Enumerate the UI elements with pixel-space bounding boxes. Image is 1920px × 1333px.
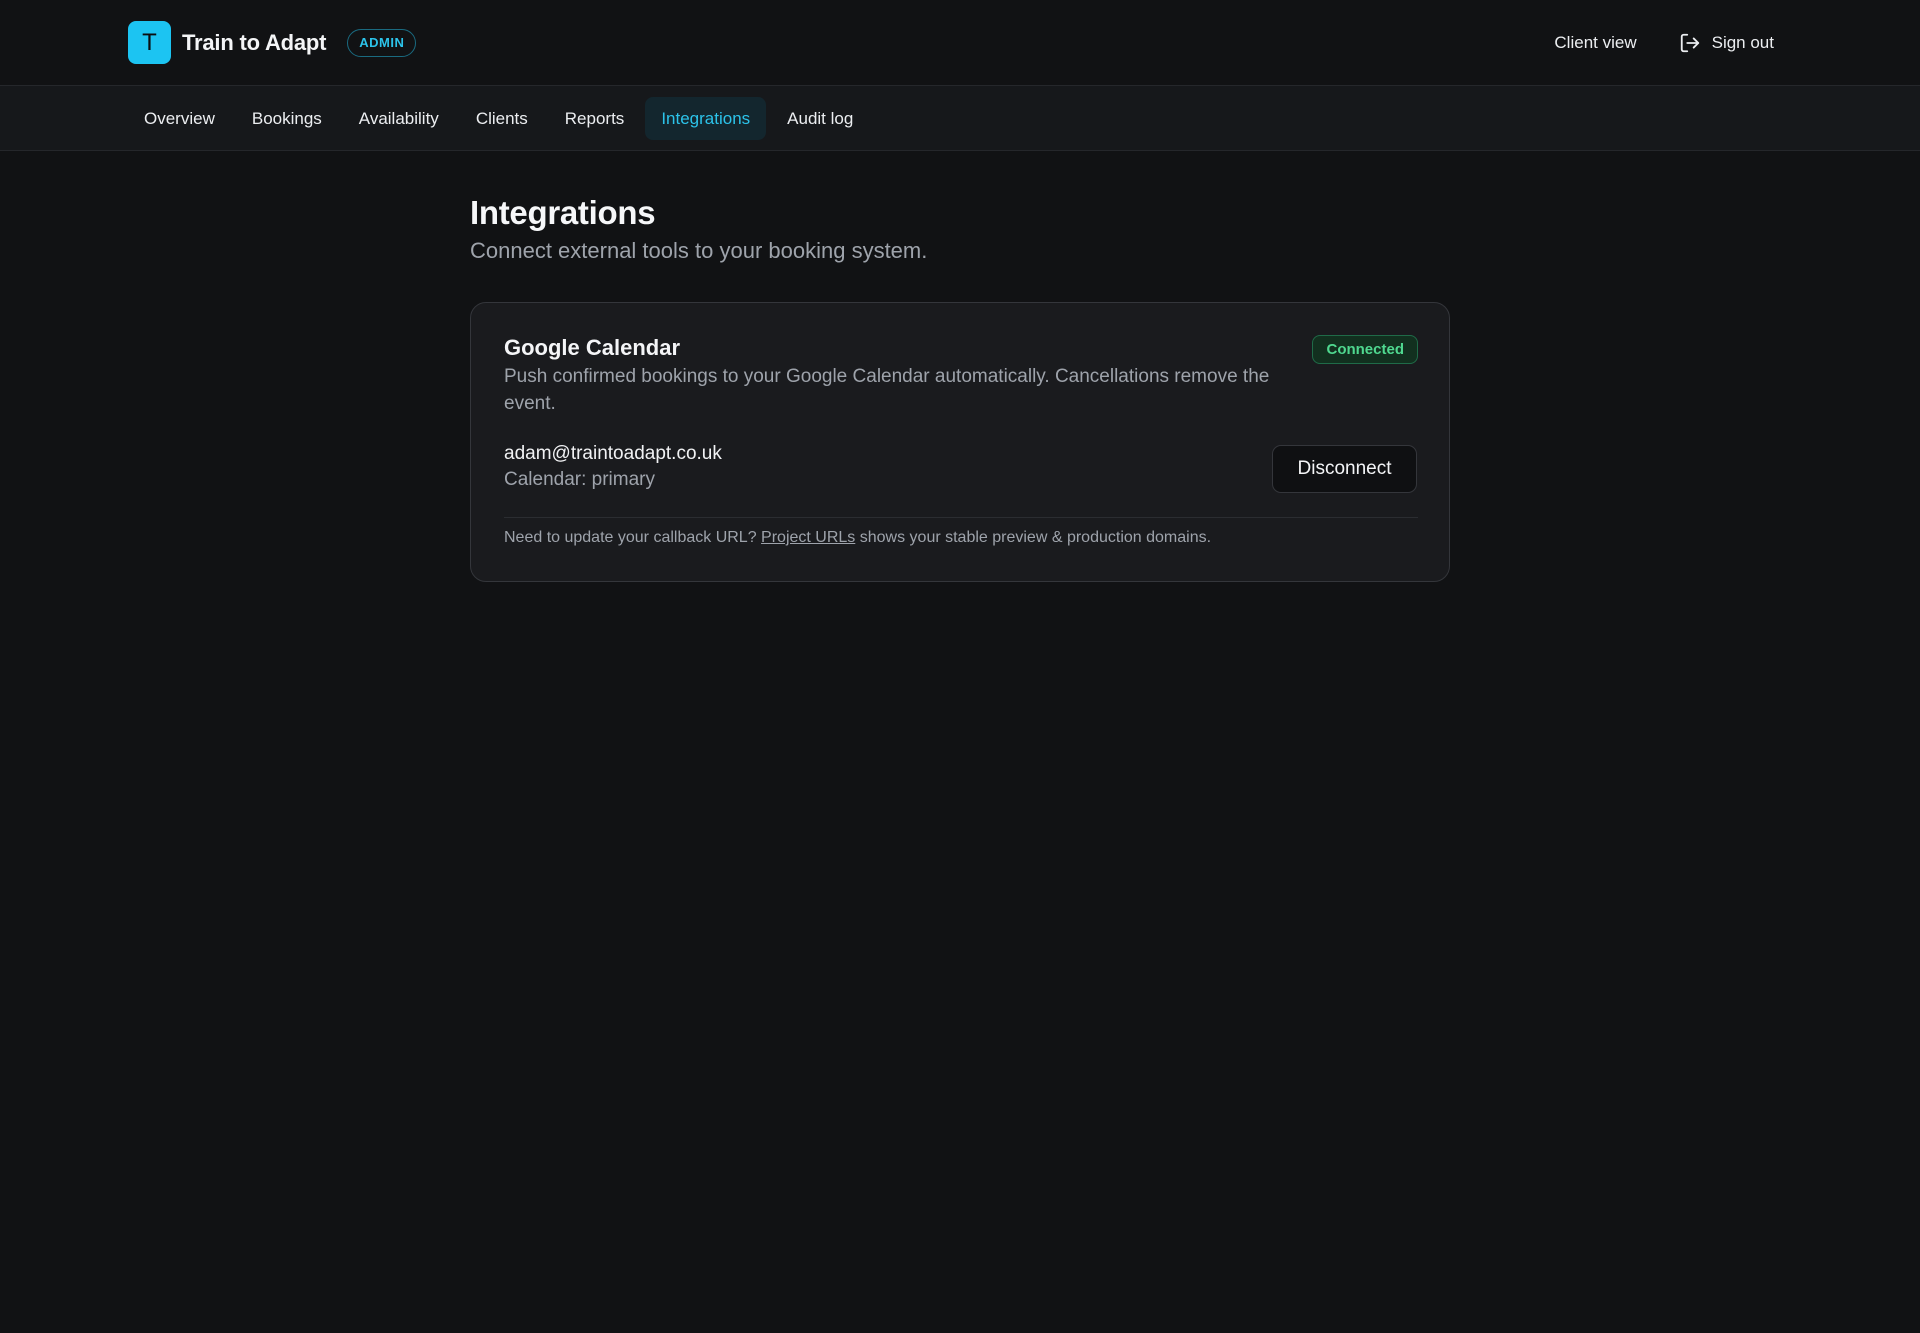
role-badge: ADMIN (347, 28, 417, 57)
google-calendar-card: Google Calendar Push confirmed bookings … (470, 302, 1450, 582)
logo: T (128, 21, 171, 64)
status-badge: Connected (1312, 335, 1418, 364)
main-content: Integrations Connect external tools to y… (470, 194, 1450, 582)
page-subtitle: Connect external tools to your booking s… (470, 238, 928, 263)
footnote-text-before: Need to update your callback URL? (504, 529, 762, 546)
top-actions: Client view Sign out (1550, 24, 1778, 62)
connected-account: adam@traintoadapt.co.uk Calendar: primar… (504, 443, 722, 491)
tab-availability[interactable]: Availability (343, 97, 455, 140)
client-view-label: Client view (1554, 33, 1637, 52)
project-urls-link[interactable]: Project URLs (761, 529, 855, 546)
top-bar: T Train to Adapt ADMIN Client view Sign … (0, 0, 1920, 86)
brand[interactable]: T Train to Adapt ADMIN (128, 21, 417, 64)
sign-out-label: Sign out (1711, 33, 1774, 52)
tab-bar: Overview Bookings Availability Clients R… (0, 86, 1920, 151)
tab-clients[interactable]: Clients (460, 97, 544, 140)
disconnect-button[interactable]: Disconnect (1272, 445, 1417, 493)
divider (504, 517, 1418, 518)
sign-out-button[interactable]: Sign out (1675, 32, 1778, 54)
page-title: Integrations (470, 194, 656, 231)
footnote-text-after: shows your stable preview & production d… (855, 529, 1212, 546)
integration-description: Push confirmed bookings to your Google C… (504, 366, 1270, 414)
footnote: Need to update your callback URL? Projec… (504, 529, 1211, 547)
tab-overview[interactable]: Overview (128, 97, 231, 140)
integration-name: Google Calendar (504, 335, 681, 360)
card-header: Google Calendar Push confirmed bookings … (504, 335, 1418, 417)
brand-name: Train to Adapt (182, 29, 327, 55)
account-email: adam@traintoadapt.co.uk (504, 443, 722, 464)
tab-reports[interactable]: Reports (549, 97, 641, 140)
tabs: Overview Bookings Availability Clients R… (128, 97, 874, 140)
tab-bookings[interactable]: Bookings (236, 97, 338, 140)
sign-out-icon (1680, 33, 1699, 53)
tab-integrations[interactable]: Integrations (645, 97, 767, 140)
client-view-link[interactable]: Client view (1550, 33, 1640, 53)
calendar-name: Calendar: primary (504, 469, 655, 490)
tab-audit-log[interactable]: Audit log (771, 97, 869, 140)
